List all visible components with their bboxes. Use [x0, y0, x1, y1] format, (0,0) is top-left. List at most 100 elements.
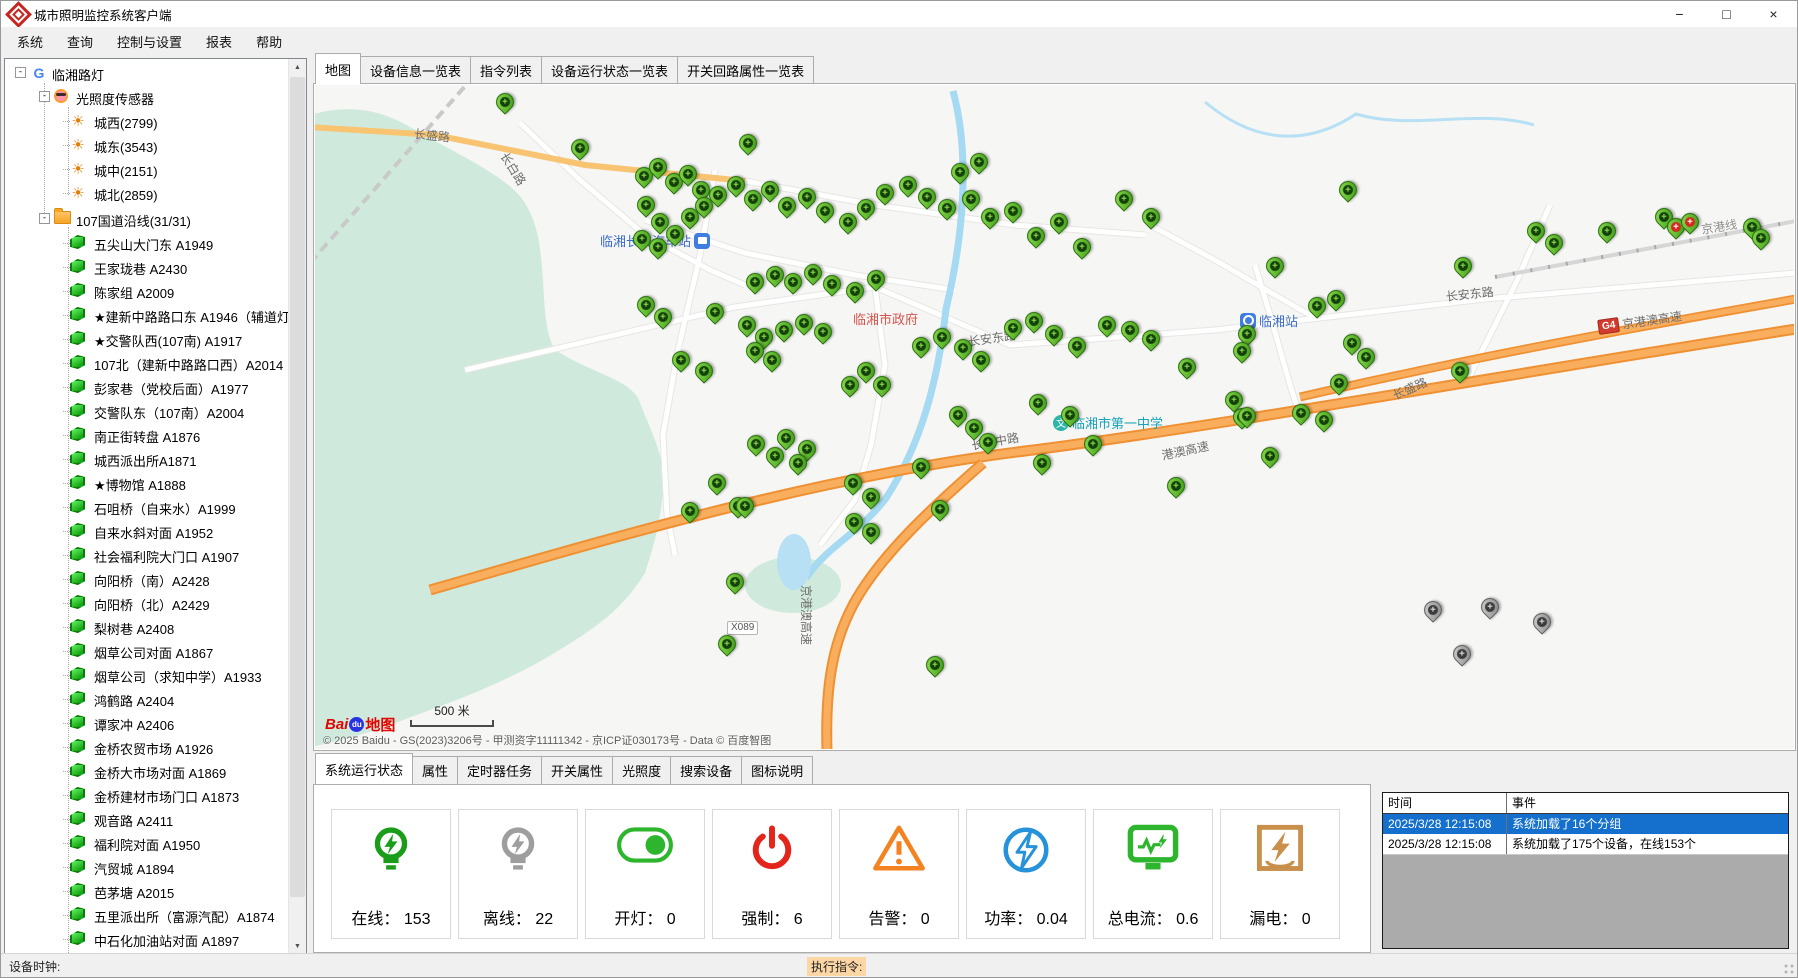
tree-item-芭茅塘 A2015[interactable]: 芭茅塘 A2015: [5, 879, 288, 903]
tree-item-谭家冲 A2406[interactable]: 谭家冲 A2406: [5, 711, 288, 735]
tree-item-label: 金桥大市场对面 A1869: [94, 763, 226, 782]
tree-item-label: 五里派出所（富源汽配）A1874: [94, 907, 275, 926]
status-card-label: 总电流：: [1108, 911, 1172, 928]
tree-item-福利院对面 A1950[interactable]: 福利院对面 A1950: [5, 831, 288, 855]
tree-item-城西派出所A1871[interactable]: 城西派出所A1871: [5, 447, 288, 471]
tab-图标说明[interactable]: 图标说明: [741, 756, 813, 784]
tree-item-汽贸城 A1894[interactable]: 汽贸城 A1894: [5, 855, 288, 879]
flag-icon: [70, 499, 85, 513]
tree-item-label: 向阳桥（南）A2428: [94, 571, 210, 590]
flag-icon: [70, 739, 85, 753]
tab-光照度[interactable]: 光照度: [612, 756, 671, 784]
menu-item-帮助[interactable]: 帮助: [244, 27, 294, 56]
menu-item-控制与设置[interactable]: 控制与设置: [105, 27, 194, 56]
bottom-tab-strip: 系统运行状态属性定时器任务开关属性光照度搜索设备图标说明: [315, 758, 812, 784]
tab-设备信息一览表[interactable]: 设备信息一览表: [360, 56, 471, 84]
tree-item-107北（建新中路路口西）A2014[interactable]: 107北（建新中路路口西）A2014: [5, 351, 288, 375]
sun-icon: ☀: [70, 161, 86, 177]
tree-item-★博物馆 A1888[interactable]: ★博物馆 A1888: [5, 471, 288, 495]
bus-icon: [694, 233, 710, 249]
tree-item-临湘路灯[interactable]: -G临湘路灯: [5, 61, 288, 85]
maximize-button[interactable]: □: [1703, 1, 1750, 27]
status-card-label: 离线：: [483, 911, 531, 928]
tree-item-向阳桥（南）A2428[interactable]: 向阳桥（南）A2428: [5, 567, 288, 591]
flag-icon: [70, 283, 85, 297]
menu-item-系统[interactable]: 系统: [5, 27, 55, 56]
tree-item-南正街转盘 A1876[interactable]: 南正街转盘 A1876: [5, 423, 288, 447]
tree-expand-icon[interactable]: -: [39, 213, 50, 224]
tree-item-label: 向阳桥（北）A2429: [94, 595, 210, 614]
tree-item-城北(2859)[interactable]: ☀城北(2859): [5, 181, 288, 205]
tree-item-王家珑巷 A2430[interactable]: 王家珑巷 A2430: [5, 255, 288, 279]
tree-item-城中(2151)[interactable]: ☀城中(2151): [5, 157, 288, 181]
title-bar: 城市照明监控系统客户端 −□×: [1, 1, 1797, 28]
tab-搜索设备[interactable]: 搜索设备: [670, 756, 742, 784]
menu-item-查询[interactable]: 查询: [55, 27, 105, 56]
tab-地图[interactable]: 地图: [315, 53, 361, 84]
tree-item-交警队东（107南）A2004[interactable]: 交警队东（107南）A2004: [5, 399, 288, 423]
tree-item-五尖山大门东 A1949[interactable]: 五尖山大门东 A1949: [5, 231, 288, 255]
tree-item-label: 交警队东（107南）A2004: [94, 403, 244, 422]
tree-item-烟草公司（求知中学）A1933[interactable]: 烟草公司（求知中学）A1933: [5, 663, 288, 687]
tree-item-★交警队西(107南) A1917[interactable]: ★交警队西(107南) A1917: [5, 327, 288, 351]
flag-icon: [70, 475, 85, 489]
flag-icon: [70, 715, 85, 729]
tab-定时器任务[interactable]: 定时器任务: [457, 756, 542, 784]
tree-item-烟草公司对面 A1867[interactable]: 烟草公司对面 A1867: [5, 639, 288, 663]
tab-开关属性[interactable]: 开关属性: [541, 756, 613, 784]
tab-属性[interactable]: 属性: [412, 756, 458, 784]
tree-item-梨树巷 A2408[interactable]: 梨树巷 A2408: [5, 615, 288, 639]
status-card-caption: 开灯： 0: [614, 905, 675, 929]
tree-item-★建新中路路口东 A1946（辅道灯）[interactable]: ★建新中路路口东 A1946（辅道灯）: [5, 303, 288, 327]
tree-expand-icon[interactable]: -: [39, 91, 50, 102]
flag-icon: [70, 451, 85, 465]
bulb-icon: [492, 810, 544, 880]
tree-item-金桥大市场对面 A1869[interactable]: 金桥大市场对面 A1869: [5, 759, 288, 783]
tree-item-label: ★建新中路路口东 A1946（辅道灯）: [94, 307, 288, 326]
baidu-map-canvas[interactable]: 长盛路长白路长安东路长安东路长盛中路长盛路港澳高速京港澳高速京港线G4京港澳高速…: [315, 85, 1794, 749]
status-card-label: 开灯：: [614, 911, 662, 928]
event-row[interactable]: 2025/3/28 12:15:08系统加载了175个设备，在线153个: [1383, 834, 1788, 855]
tree-item-107国道沿线(31/31)[interactable]: -107国道沿线(31/31): [5, 207, 288, 231]
tree-item-陈家组 A2009[interactable]: 陈家组 A2009: [5, 279, 288, 303]
flag-icon: [70, 427, 85, 441]
tree-item-彭家巷（党校后面）A1977[interactable]: 彭家巷（党校后面）A1977: [5, 375, 288, 399]
flag-icon: [70, 691, 85, 705]
tab-指令列表[interactable]: 指令列表: [470, 56, 542, 84]
tree-scrollbar[interactable]: ▲ ▼: [288, 59, 306, 955]
tab-开关回路属性一览表[interactable]: 开关回路属性一览表: [677, 56, 814, 84]
event-row[interactable]: 2025/3/28 12:15:08系统加载了16个分组: [1383, 814, 1788, 834]
event-log-table: 时间事件2025/3/28 12:15:08系统加载了16个分组2025/3/2…: [1382, 792, 1789, 949]
tree-item-鸿鹤路 A2404[interactable]: 鸿鹤路 A2404: [5, 687, 288, 711]
tree-item-向阳桥（北）A2429[interactable]: 向阳桥（北）A2429: [5, 591, 288, 615]
tree-item-自来水斜对面 A1952[interactable]: 自来水斜对面 A1952: [5, 519, 288, 543]
tree-expand-icon[interactable]: -: [15, 67, 26, 78]
tree-item-城东(3543)[interactable]: ☀城东(3543): [5, 133, 288, 157]
tab-设备运行状态一览表[interactable]: 设备运行状态一览表: [541, 56, 678, 84]
status-card-value: 22: [531, 911, 553, 928]
tab-系统运行状态[interactable]: 系统运行状态: [315, 753, 413, 784]
tree-item-石咀桥（自来水）A1999[interactable]: 石咀桥（自来水）A1999: [5, 495, 288, 519]
map-tab-strip: 地图设备信息一览表指令列表设备运行状态一览表开关回路属性一览表: [315, 58, 813, 84]
tree-item-社会福利院大门口 A1907[interactable]: 社会福利院大门口 A1907: [5, 543, 288, 567]
tree-item-label: 观音路 A2411: [94, 811, 173, 830]
tree-item-金桥建材市场门口 A1873[interactable]: 金桥建材市场门口 A1873: [5, 783, 288, 807]
tree-item-中石化加油站对面 A1897[interactable]: 中石化加油站对面 A1897: [5, 927, 288, 951]
status-card-功率：: 功率： 0.04: [966, 809, 1086, 939]
tree-item-label: 谭家冲 A2406: [94, 715, 174, 734]
scroll-up-icon[interactable]: ▲: [289, 59, 306, 76]
event-text: 系统加载了175个设备，在线153个: [1507, 834, 1788, 854]
tree-item-五里派出所（富源汽配）A1874[interactable]: 五里派出所（富源汽配）A1874: [5, 903, 288, 927]
tree-item-label: 烟草公司对面 A1867: [94, 643, 213, 662]
tree-item-城西(2799)[interactable]: ☀城西(2799): [5, 109, 288, 133]
tree-item-金桥农贸市场 A1926[interactable]: 金桥农贸市场 A1926: [5, 735, 288, 759]
scrollbar-thumb[interactable]: [290, 77, 305, 897]
minimize-button[interactable]: −: [1656, 1, 1703, 27]
tree-item-观音路 A2411[interactable]: 观音路 A2411: [5, 807, 288, 831]
tree-item-光照度传感器[interactable]: -光照度传感器: [5, 85, 288, 109]
resize-grip[interactable]: [1783, 963, 1795, 975]
status-card-value: 6: [789, 911, 802, 928]
tree-item-label: 芭茅塘 A2015: [94, 883, 174, 902]
close-button[interactable]: ×: [1750, 1, 1797, 27]
menu-item-报表[interactable]: 报表: [194, 27, 244, 56]
